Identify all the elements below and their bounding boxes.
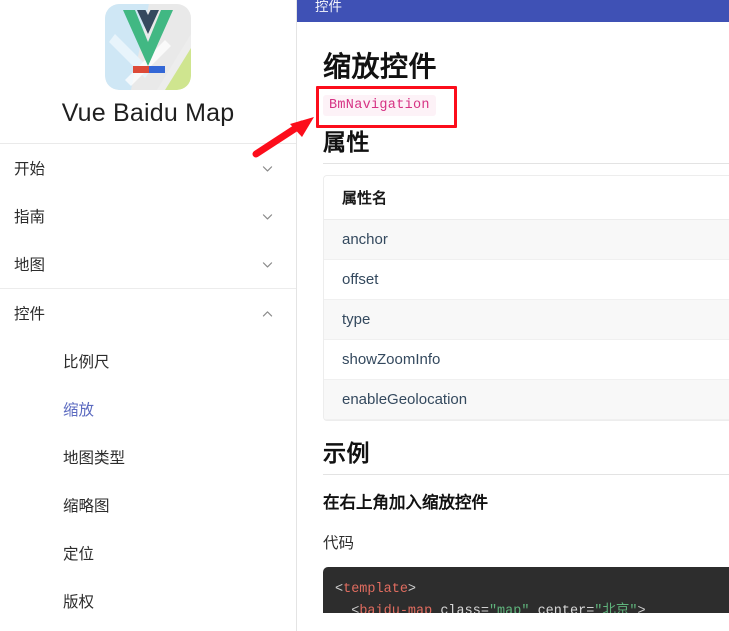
page-title: 缩放控件 — [323, 51, 438, 82]
sidebar-item-copyright[interactable]: 版权 — [0, 577, 296, 625]
table-cell-attribute-name: enableGeolocation — [342, 391, 468, 408]
sidebar-item-zoom[interactable]: 缩放 — [0, 385, 296, 433]
example-subheading: 在右上角加入缩放控件 — [323, 494, 488, 512]
table-row: showZoomInfo — [324, 340, 729, 380]
table-row: anchor — [324, 220, 729, 260]
sidebar-item-label: 版权 — [63, 594, 95, 611]
code-token: > — [637, 604, 646, 613]
sidebar-group-label: 控件 — [14, 306, 46, 323]
code-token: template — [343, 582, 408, 597]
sidebar-group-label: 开始 — [14, 161, 46, 178]
sidebar-nav: 开始 指南 地图 控件 比例尺 缩放 地图类型 缩略图 定位 版权 — [0, 144, 296, 625]
main-content: 控件 缩放控件 BmNavigation 属性 属性名 anchor offse… — [297, 0, 729, 631]
code-heading: 代码 — [323, 535, 355, 552]
component-chip-row: BmNavigation — [323, 92, 729, 118]
attributes-heading: 属性 — [323, 128, 729, 164]
app-root: Vue Baidu Map 开始 指南 地图 控件 比例尺 缩放 地图类型 缩略… — [0, 0, 729, 631]
topbar: 控件 — [297, 0, 729, 22]
document-body: 缩放控件 BmNavigation 属性 属性名 anchor offset t… — [297, 50, 729, 613]
sidebar-item-maptype[interactable]: 地图类型 — [0, 433, 296, 481]
sidebar-item-scale[interactable]: 比例尺 — [0, 337, 296, 385]
code-token: center — [529, 604, 587, 613]
chevron-down-icon[interactable] — [261, 258, 274, 271]
topbar-title: 控件 — [315, 0, 342, 14]
chevron-down-icon[interactable] — [261, 162, 274, 175]
code-token: baidu-map — [359, 604, 433, 613]
component-chip: BmNavigation — [323, 94, 436, 116]
sidebar-item-overview[interactable]: 缩略图 — [0, 481, 296, 529]
table-row: enableGeolocation — [324, 380, 729, 420]
sidebar-item-label: 地图类型 — [63, 450, 126, 467]
sidebar-group-map[interactable]: 地图 — [0, 240, 296, 288]
code-token: < — [335, 604, 360, 613]
sidebar-item-label: 缩放 — [63, 402, 95, 419]
sidebar-group-label: 指南 — [14, 209, 46, 226]
code-token: = — [480, 604, 489, 613]
sidebar-item-label: 缩略图 — [63, 498, 110, 515]
sidebar-group-guide[interactable]: 指南 — [0, 192, 296, 240]
code-token: "map" — [488, 604, 530, 613]
sidebar-group-label: 地图 — [14, 257, 46, 274]
table-row: type — [324, 300, 729, 340]
sidebar-group-start[interactable]: 开始 — [0, 144, 296, 192]
example-heading: 示例 — [323, 439, 729, 475]
code-token: > — [407, 582, 417, 597]
sidebar-item-geolocation[interactable]: 定位 — [0, 529, 296, 577]
code-block: <template> <baidu-map class="map" center… — [323, 567, 729, 613]
code-token: class — [432, 604, 481, 613]
table-cell-attribute-name: anchor — [342, 231, 388, 248]
brand-header[interactable]: Vue Baidu Map — [0, 0, 296, 130]
code-token: "北京" — [594, 604, 638, 613]
table-cell-attribute-name: showZoomInfo — [342, 351, 441, 368]
sidebar-item-label: 定位 — [63, 546, 95, 563]
table-cell-attribute-name: type — [342, 311, 371, 328]
chevron-up-icon[interactable] — [261, 307, 274, 320]
attributes-table: 属性名 anchor offset type showZoomInfo enab… — [323, 175, 729, 421]
table-column-header: 属性名 — [342, 190, 388, 207]
sidebar-group-controls[interactable]: 控件 — [0, 289, 296, 337]
sidebar: Vue Baidu Map 开始 指南 地图 控件 比例尺 缩放 地图类型 缩略… — [0, 0, 297, 631]
sidebar-item-label: 比例尺 — [63, 354, 110, 371]
table-cell-attribute-name: offset — [342, 271, 379, 288]
code-token: < — [335, 582, 344, 597]
brand-title: Vue Baidu Map — [61, 99, 235, 127]
table-header-row: 属性名 — [324, 176, 729, 220]
chevron-down-icon[interactable] — [261, 210, 274, 223]
code-content: <template> <baidu-map class="map" center… — [335, 582, 646, 613]
table-row: offset — [324, 260, 729, 300]
vue-baidu-map-logo-icon — [105, 4, 191, 90]
